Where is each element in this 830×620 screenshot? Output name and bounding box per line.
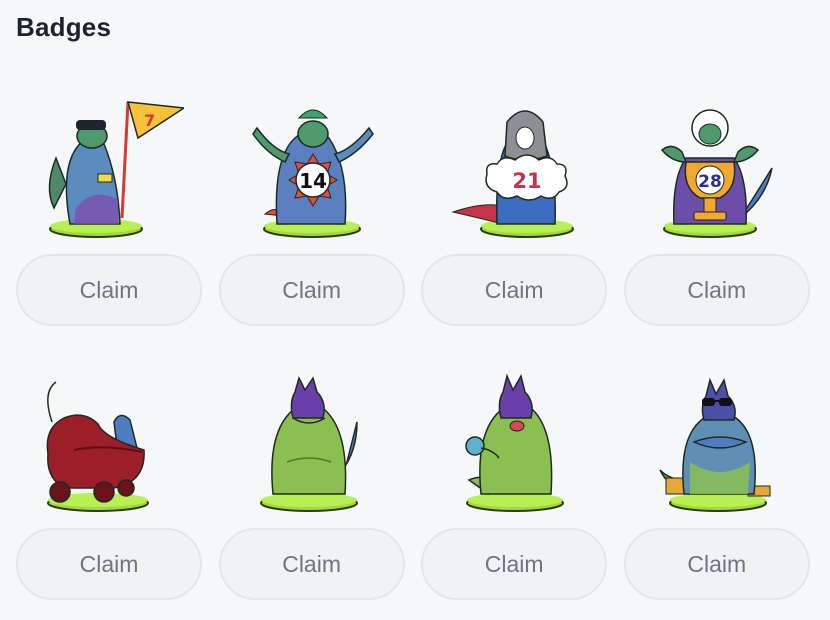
badge-card: 28 Claim [623, 88, 810, 326]
dinosaur-sunglasses-icon [659, 377, 771, 512]
badge-illustration-standing [219, 362, 405, 518]
claim-button[interactable]: Claim [623, 254, 810, 326]
badge-illustration-fist [421, 362, 607, 518]
badge-illustration-hooded: 21 [421, 88, 607, 244]
svg-text:28: 28 [698, 172, 722, 192]
badge-card: 14 Claim [218, 88, 405, 326]
dinosaur-fourteen-icon: 14 [251, 109, 374, 238]
svg-text:21: 21 [513, 169, 542, 193]
badge-card: Claim [623, 362, 810, 600]
badge-card: Claim [421, 362, 608, 600]
dinosaur-trophy-icon: 28 [660, 109, 773, 238]
claim-button[interactable]: Claim [218, 528, 405, 600]
claim-button[interactable]: Claim [623, 528, 810, 600]
badge-card: 7 Claim [16, 88, 202, 326]
badge-card: Claim [218, 362, 405, 600]
dinosaur-fist-icon [465, 373, 565, 512]
dinosaur-standing-icon [259, 375, 358, 512]
page-title: Badges [16, 12, 112, 42]
dinosaur-hooded-icon: 21 [451, 110, 575, 238]
badge-illustration-flag: 7 [16, 88, 202, 244]
svg-text:14: 14 [299, 169, 327, 193]
claim-button[interactable]: Claim [421, 528, 608, 600]
claim-button[interactable]: Claim [218, 254, 405, 326]
dinosaur-flag-icon: 7 [48, 101, 184, 238]
badges-page: Badges 7 Claim 14 Claim 21 Claim 28 Clai… [0, 0, 830, 620]
badge-card: 21 Claim [421, 88, 608, 326]
dinosaur-stroller-icon [46, 381, 149, 512]
badge-illustration-stroller [16, 362, 202, 518]
svg-text:7: 7 [144, 111, 155, 130]
badge-illustration-sunglasses [624, 362, 810, 518]
badge-grid: 7 Claim 14 Claim 21 Claim 28 Claim Claim… [16, 88, 810, 600]
badge-card: Claim [16, 362, 202, 600]
badge-illustration-trophy: 28 [624, 88, 810, 244]
claim-button[interactable]: Claim [16, 254, 202, 326]
claim-button[interactable]: Claim [16, 528, 202, 600]
badge-illustration-fourteen: 14 [219, 88, 405, 244]
claim-button[interactable]: Claim [421, 254, 608, 326]
